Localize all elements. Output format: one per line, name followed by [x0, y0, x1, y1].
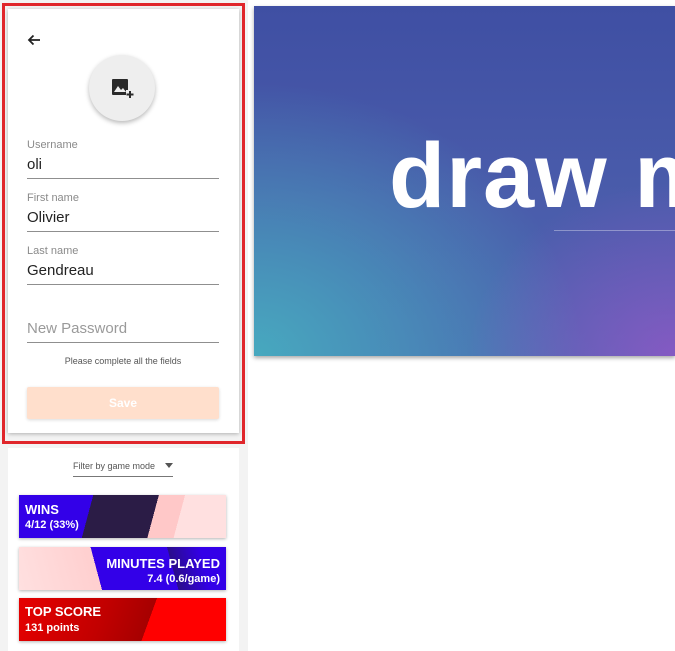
minutes-played-stat-card: MINUTES PLAYED 7.4 (0.6/game) — [19, 547, 226, 590]
top-score-stat-card: TOP SCORE 131 points — [19, 598, 226, 641]
username-underline — [27, 178, 219, 179]
first-name-underline — [27, 231, 219, 232]
username-value[interactable]: oli — [27, 155, 219, 175]
avatar-upload-button[interactable] — [89, 55, 155, 121]
top-score-title: TOP SCORE — [25, 604, 102, 619]
first-name-field[interactable]: First name Olivier — [27, 192, 219, 232]
new-password-input[interactable]: New Password — [27, 319, 219, 339]
new-password-field[interactable]: New Password — [27, 303, 219, 343]
add-photo-icon — [112, 79, 134, 98]
form-helper-text: Please complete all the fields — [64, 356, 182, 366]
game-mode-filter[interactable]: Filter by game mode — [73, 459, 173, 477]
left-column: Username oli First name Olivier Last nam… — [0, 0, 248, 651]
last-name-value[interactable]: Gendreau — [27, 261, 219, 281]
arrow-back-icon[interactable] — [24, 30, 44, 50]
first-name-value[interactable]: Olivier — [27, 208, 219, 228]
last-name-field[interactable]: Last name Gendreau — [27, 245, 219, 285]
hero-banner: draw m — [254, 6, 675, 356]
wins-title: WINS — [25, 502, 59, 517]
wins-value: 4/12 (33%) — [25, 519, 79, 531]
top-score-value: 131 points — [25, 622, 80, 634]
wins-stat-card: WINS 4/12 (33%) — [19, 495, 226, 538]
last-name-label: Last name — [27, 245, 79, 257]
last-name-underline — [27, 284, 219, 285]
username-label: Username — [27, 139, 78, 151]
first-name-label: First name — [27, 192, 79, 204]
hero-title: draw m — [389, 125, 675, 227]
filter-placeholder: Filter by game mode — [73, 461, 156, 471]
username-field[interactable]: Username oli — [27, 139, 219, 179]
minutes-played-value: 7.4 (0.6/game) — [147, 573, 220, 585]
new-password-underline — [27, 342, 219, 343]
hero-divider — [554, 230, 675, 231]
minutes-played-title: MINUTES PLAYED — [106, 556, 220, 571]
save-button[interactable]: Save — [27, 387, 219, 419]
chevron-down-icon — [165, 463, 173, 468]
